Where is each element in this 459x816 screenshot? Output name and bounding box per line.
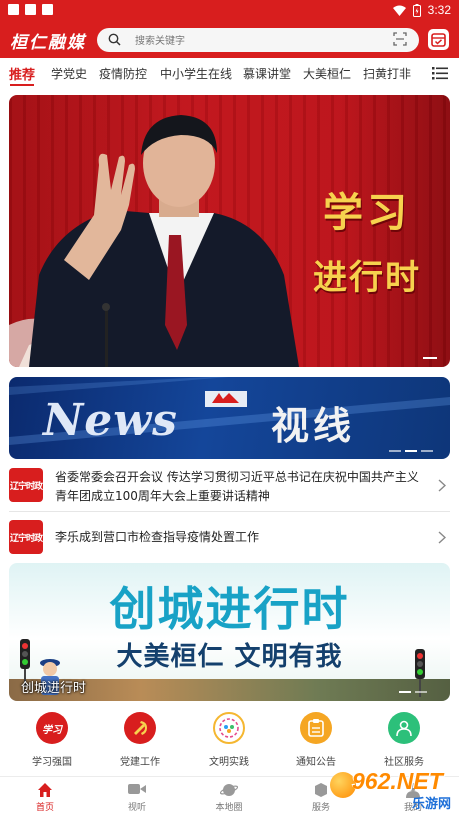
divider (9, 511, 450, 512)
search-input[interactable]: 搜索关键字 (135, 32, 185, 47)
wifi-icon (392, 5, 406, 16)
news-item[interactable]: 辽宁时政 李乐成到营口市检查指导疫情处置工作 (0, 519, 459, 555)
carousel-indicator (405, 450, 417, 452)
notification-icon (8, 4, 19, 15)
banner-headline: 学习 进行时 (313, 180, 421, 299)
checkin-button[interactable] (428, 29, 449, 50)
planet-icon (220, 784, 238, 796)
quick-link-notice[interactable]: 通知公告 (281, 712, 351, 768)
nav-video[interactable]: 视听 (107, 782, 167, 813)
tab-anti-porn[interactable]: 扫黄打非 (363, 65, 411, 82)
quick-link-party-building[interactable]: 党建工作 (105, 712, 175, 768)
news-thumbnail: 辽宁时政 (9, 520, 43, 554)
watermark-sub: 乐游网 (412, 797, 452, 812)
watermark-main: 962.NET (352, 768, 443, 794)
calendar-check-icon (431, 33, 446, 47)
status-bar: 3:32 (0, 0, 459, 22)
civilization-practice-icon (213, 712, 245, 744)
nav-label: 视听 (127, 803, 146, 813)
news-banner-title: 视线 (271, 403, 356, 448)
chevron-right-icon (438, 531, 446, 544)
news-item[interactable]: 辽宁时政 省委常委会召开会议 传达学习贯彻习近平总书记在庆祝中国共产主义青年团成… (0, 465, 459, 511)
tab-mooc[interactable]: 慕课讲堂 (243, 65, 291, 82)
active-tab-indicator (10, 84, 34, 86)
quick-link-label: 学习强国 (32, 757, 72, 768)
tab-party-history[interactable]: 学党史 (51, 65, 87, 82)
service-icon (315, 783, 327, 797)
carousel-indicator (399, 691, 411, 693)
nav-label: 首页 (35, 803, 54, 813)
banner-photo (9, 115, 299, 367)
clock: 3:32 (427, 3, 451, 17)
quick-links: 学习 学习强国 党建工作 文明实践 通知公告 社区服务 (0, 712, 459, 774)
search-icon (108, 33, 121, 46)
app-logo: 桓仁融媒 (10, 33, 86, 53)
carousel-indicator (415, 691, 427, 693)
tab-beautiful-huanren[interactable]: 大美桓仁 (303, 65, 351, 82)
quick-link-community[interactable]: 社区服务 (369, 712, 439, 768)
xuexi-qiangguo-icon: 学习 (36, 712, 68, 744)
civilized-city-banner[interactable]: 创城进行时 大美桓仁 文明有我 创城进行时 (9, 563, 450, 701)
nav-home[interactable]: 首页 (15, 782, 75, 813)
quick-link-label: 党建工作 (120, 757, 160, 768)
nav-label: 本地圈 (215, 803, 243, 813)
news-thumbnail: 辽宁时政 (9, 468, 43, 502)
tab-epidemic-control[interactable]: 疫情防控 (99, 65, 147, 82)
community-service-icon (388, 712, 420, 744)
category-tabs: 推荐 学党史 疫情防控 中小学生在线 慕课讲堂 大美桓仁 扫黄打非 (0, 58, 459, 90)
city-banner-caption: 创城进行时 (21, 681, 87, 696)
chevron-right-icon (438, 479, 446, 492)
tab-recommend[interactable]: 推荐 (9, 64, 35, 83)
notification-icon (25, 4, 36, 15)
channel-menu-icon[interactable] (432, 67, 448, 80)
traffic-light-icon (415, 649, 425, 697)
news-title: 李乐成到营口市检查指导疫情处置工作 (55, 530, 260, 544)
watermark: 962.NET 乐游网 (330, 766, 458, 814)
notification-icons (8, 4, 53, 15)
quick-link-label: 文明实践 (209, 757, 249, 768)
battery-icon (412, 3, 421, 17)
news-vision-banner[interactable]: News 视线 (9, 377, 450, 459)
carousel-indicator (423, 357, 437, 359)
video-icon (128, 784, 146, 794)
banner-title-line2: 进行时 (313, 258, 421, 298)
home-icon (38, 783, 52, 797)
nav-local-circle[interactable]: 本地圈 (199, 782, 259, 813)
tab-students-online[interactable]: 中小学生在线 (160, 65, 232, 82)
carousel-indicator (389, 450, 401, 452)
app-header: 桓仁融媒 搜索关键字 (0, 22, 459, 58)
notice-icon (300, 712, 332, 744)
featured-banner[interactable]: 学习 进行时 (9, 95, 450, 367)
party-emblem-icon (124, 712, 156, 744)
notification-a-icon (42, 4, 53, 15)
news-banner-english: News (43, 395, 178, 446)
scan-icon[interactable] (393, 32, 407, 46)
news-title: 省委常委会召开会议 传达学习贯彻习近平总书记在庆祝中国共产主义青年团成立100周… (55, 470, 419, 503)
quick-link-civilization[interactable]: 文明实践 (194, 712, 264, 768)
city-banner-headline: 创城进行时 (109, 582, 350, 636)
carousel-indicator (421, 450, 433, 452)
search-bar[interactable]: 搜索关键字 (97, 28, 419, 52)
banner-title-line1: 学习 (323, 189, 411, 236)
city-banner-slogan: 大美桓仁 文明有我 (116, 642, 343, 672)
quick-link-xuexi[interactable]: 学习 学习强国 (17, 712, 87, 768)
